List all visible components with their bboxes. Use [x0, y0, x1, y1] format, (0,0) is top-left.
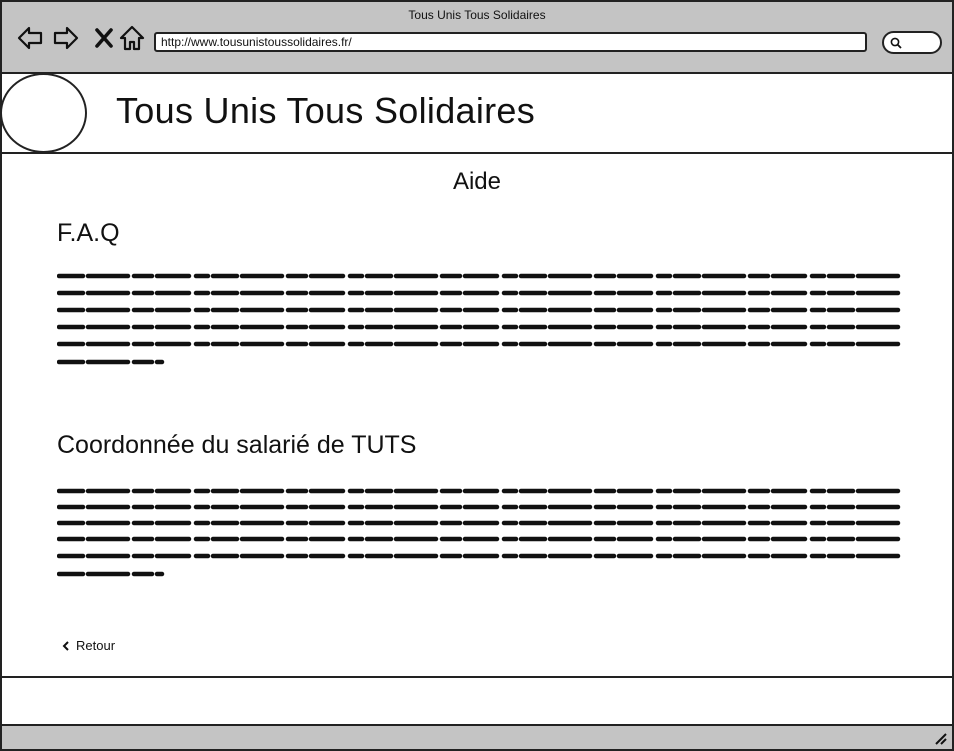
page-title: Aide — [452, 168, 502, 195]
main-content: Aide F.A.Q Coordonnée du salarié de TUTS — [2, 154, 952, 674]
browser-chrome: Tous Unis Tous Solidaires http://www.tou… — [2, 2, 952, 74]
back-link-label: Retour — [76, 638, 116, 653]
resize-grip-icon[interactable] — [932, 730, 948, 746]
site-header: Tous Unis Tous Solidaires — [2, 73, 952, 154]
chevron-left-icon — [62, 640, 69, 651]
home-icon[interactable] — [118, 24, 146, 52]
faq-heading: F.A.Q — [57, 219, 120, 247]
back-arrow-icon[interactable] — [16, 24, 44, 52]
contact-text-placeholder — [57, 486, 907, 581]
page-footer — [2, 676, 952, 724]
forward-arrow-icon[interactable] — [52, 24, 80, 52]
site-title: Tous Unis Tous Solidaires — [116, 90, 536, 131]
contact-heading: Coordonnée du salarié de TUTS — [57, 431, 417, 459]
logo-placeholder — [2, 73, 87, 153]
stop-icon[interactable] — [90, 24, 118, 52]
url-input[interactable]: http://www.tousunistoussolidaires.fr/ — [154, 32, 867, 52]
status-bar — [2, 724, 952, 749]
search-icon — [890, 37, 902, 49]
faq-text-placeholder — [57, 270, 907, 370]
back-link[interactable]: Retour — [62, 638, 115, 653]
search-button[interactable] — [882, 31, 942, 54]
browser-window: Tous Unis Tous Solidaires http://www.tou… — [0, 0, 954, 751]
window-title: Tous Unis Tous Solidaires — [408, 8, 546, 22]
